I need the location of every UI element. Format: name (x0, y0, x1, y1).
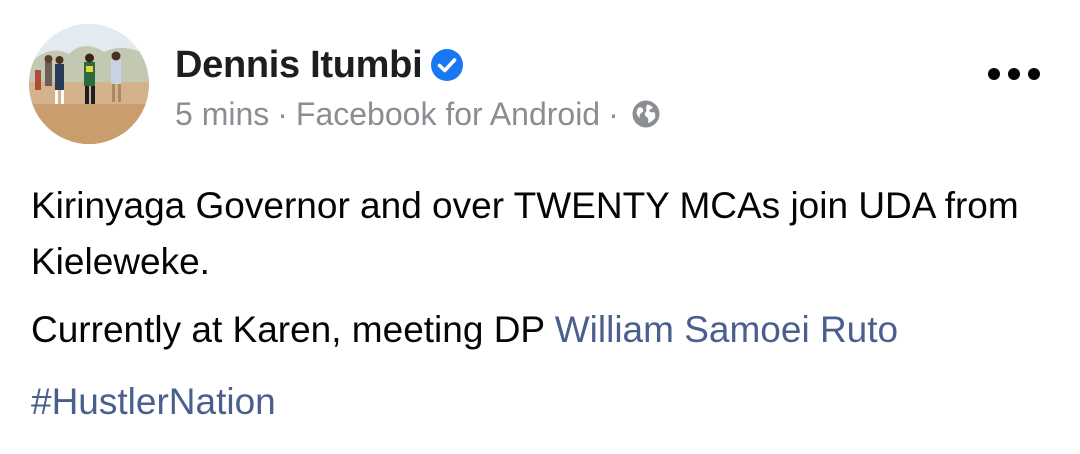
post-text-paragraph: Currently at Karen, meeting DP William S… (31, 302, 1041, 358)
avatar[interactable] (29, 24, 149, 144)
author-name[interactable]: Dennis Itumbi (175, 44, 423, 87)
post-text: Kirinyaga Governor and over TWENTY MCAs … (31, 185, 1019, 282)
avatar-photo (29, 24, 149, 144)
more-options-icon (988, 68, 1000, 80)
globe-icon[interactable] (631, 99, 661, 129)
post-text: Currently at Karen, meeting DP (31, 309, 555, 350)
more-options-button[interactable] (988, 58, 1040, 90)
meta-separator: · (608, 95, 619, 132)
more-options-icon (1008, 68, 1020, 80)
post-text-paragraph: Kirinyaga Governor and over TWENTY MCAs … (31, 178, 1041, 290)
post-meta: 5 mins · Facebook for Android · (175, 92, 661, 136)
post-time[interactable]: 5 mins (175, 96, 269, 133)
mention-link[interactable]: William Samoei Ruto (555, 309, 898, 350)
author-row: Dennis Itumbi (175, 40, 464, 90)
hashtag-link[interactable]: #HustlerNation (31, 381, 276, 422)
verified-badge-icon (430, 48, 464, 82)
meta-separator: · (277, 95, 288, 132)
post-text-paragraph: #HustlerNation (31, 374, 1041, 430)
facebook-post: Dennis Itumbi 5 mins · Facebook for Andr… (0, 0, 1080, 454)
more-options-icon (1028, 68, 1040, 80)
post-source: Facebook for Android (295, 95, 601, 132)
